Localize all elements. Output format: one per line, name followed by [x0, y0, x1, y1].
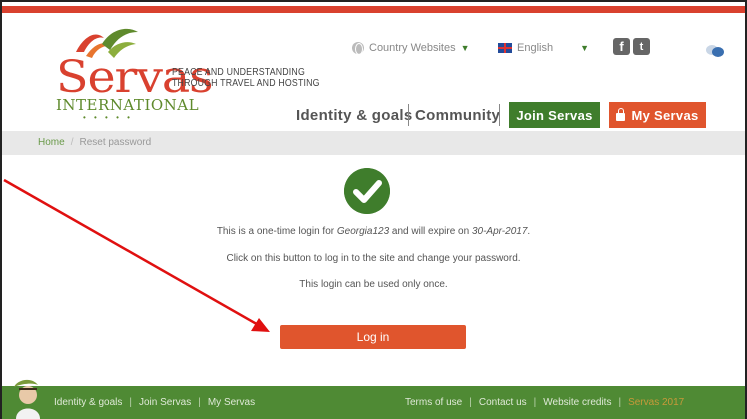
language-label: English	[517, 42, 554, 54]
chevron-down-icon: ▼	[460, 43, 470, 53]
servas-international-label: INTERNATIONAL	[56, 96, 200, 114]
footer-link-my-servas[interactable]: My Servas	[208, 397, 255, 408]
footer-link-credits[interactable]: Website credits	[543, 397, 611, 408]
login-button[interactable]: Log in	[280, 325, 466, 349]
chevron-down-icon: ▼	[580, 43, 589, 53]
footer-right-links: Terms of use | Contact us | Website cred…	[405, 397, 684, 408]
tagline-line-1: PEACE AND UNDERSTANDING	[172, 67, 305, 78]
username: Georgia123	[336, 226, 390, 237]
footer-left-links: Identity & goals | Join Servas | My Serv…	[54, 397, 255, 408]
nav-divider	[408, 104, 409, 126]
logo-dots: • • • • •	[83, 113, 133, 122]
tagline-line-2: THROUGH TRAVEL AND HOSTING	[172, 78, 320, 89]
footer-separator: |	[198, 397, 201, 408]
one-time-login-message: This is a one-time login for Georgia123 …	[0, 226, 747, 237]
top-accent-bar	[2, 6, 745, 13]
instruction-message: Click on this button to log in to the si…	[226, 253, 521, 264]
footer-link-terms[interactable]: Terms of use	[405, 397, 462, 408]
globe-icon	[352, 42, 364, 55]
breadcrumb-separator: /	[70, 137, 74, 148]
checkmark-icon	[344, 168, 390, 214]
single-use-message: This login can be used only once.	[299, 279, 448, 290]
breadcrumb-current: Reset password	[79, 137, 152, 148]
country-websites-dropdown[interactable]: Country Websites ▼	[352, 42, 470, 55]
expiry-date: 30-Apr-2017	[471, 226, 528, 237]
breadcrumb: Home / Reset password	[38, 137, 151, 148]
facebook-icon[interactable]: f	[613, 38, 630, 55]
message-text: This is a one-time login for	[216, 226, 337, 237]
footer-copyright: Servas 2017	[628, 397, 685, 408]
tagline: PEACE AND UNDERSTANDING THROUGH TRAVEL A…	[172, 67, 320, 89]
footer-link-identity[interactable]: Identity & goals	[54, 397, 122, 408]
country-websites-label: Country Websites	[369, 42, 456, 54]
footer-link-contact[interactable]: Contact us	[479, 397, 527, 408]
twitter-icon[interactable]: t	[633, 38, 650, 55]
footer-separator: |	[618, 397, 622, 408]
window-frame-left	[0, 0, 2, 419]
join-servas-button[interactable]: Join Servas	[509, 102, 600, 128]
footer-separator: |	[533, 397, 537, 408]
footer-separator: |	[129, 397, 132, 408]
my-servas-button[interactable]: My Servas	[609, 102, 706, 128]
window-frame-top	[0, 0, 747, 2]
message-text: .	[527, 226, 531, 237]
nav-identity-goals[interactable]: Identity & goals	[296, 107, 412, 124]
footer-link-join[interactable]: Join Servas	[139, 397, 191, 408]
uk-flag-icon	[498, 43, 512, 53]
breadcrumb-home-link[interactable]: Home	[38, 137, 65, 148]
nav-community[interactable]: Community	[415, 107, 500, 124]
nav-divider	[499, 104, 500, 126]
language-dropdown[interactable]: English ▼	[498, 42, 589, 54]
my-servas-label: My Servas	[631, 107, 699, 123]
lock-icon	[616, 107, 626, 121]
mascot-figure-icon	[14, 379, 40, 419]
footer-separator: |	[469, 397, 472, 408]
chat-bubbles-icon[interactable]	[705, 44, 725, 58]
message-text: and will expire on	[389, 226, 472, 237]
